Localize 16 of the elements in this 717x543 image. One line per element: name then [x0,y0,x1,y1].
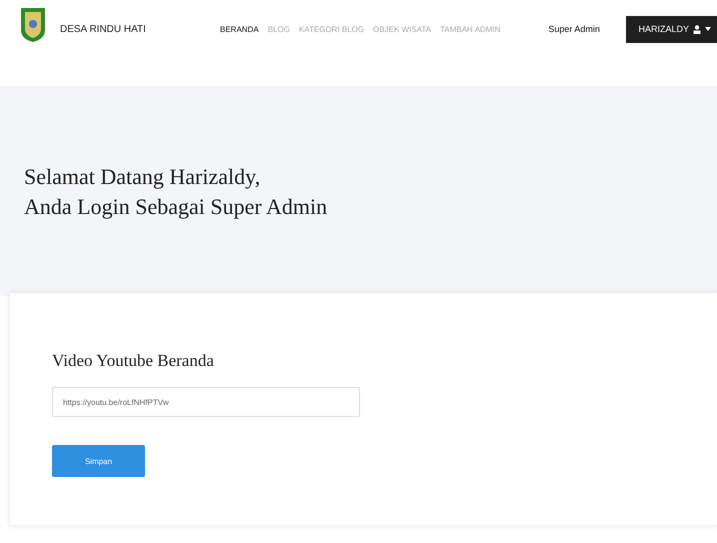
user-role: Super Admin [548,24,600,34]
user-icon [693,24,701,34]
nav-link[interactable]: OBJEK WISATA [373,24,432,34]
video-url-field[interactable]: https://youtu.be/roLfNHfPTVw [52,387,360,417]
nav-link[interactable]: BLOG [268,24,290,34]
welcome-text: Selamat Datang Harizaldy, [24,163,262,191]
nav-link[interactable]: TAMBAH ADMIN [440,24,500,34]
brand-name: DESA RINDU HATI [60,24,147,34]
caret-icon [705,27,711,31]
nav-link[interactable]: BERANDA [220,24,259,34]
card-title: Video Youtube Beranda [52,351,215,371]
nav-link[interactable]: KATEGORI BLOG [298,24,364,34]
user-menu-button[interactable]: HARIZALDY [626,16,717,42]
welcome-text: Anda Login Sebagai Super Admin [24,193,328,221]
save-button[interactable]: Simpan [52,445,145,477]
emblem-icon [20,7,46,43]
